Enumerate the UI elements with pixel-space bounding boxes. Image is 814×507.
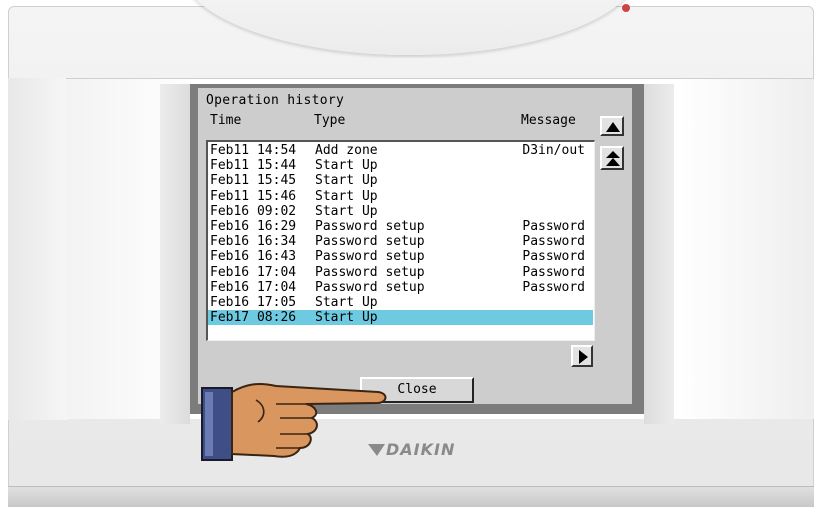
device-bezel-left	[8, 78, 68, 420]
history-time: Feb16 17:04	[210, 264, 297, 280]
history-time: Feb17 08:26	[210, 310, 297, 326]
history-type: Password setup	[315, 234, 425, 250]
history-type: Password setup	[315, 264, 425, 280]
history-type: Start Up	[315, 203, 378, 219]
page-up-button[interactable]	[600, 146, 624, 170]
list-item[interactable]: Feb16 09:02 Start Up	[208, 204, 593, 219]
list-item[interactable]: Feb16 17:05 Start Up	[208, 295, 593, 310]
device-indicator-light	[622, 4, 630, 12]
daikin-logo-mark	[368, 444, 385, 456]
list-item[interactable]: Feb17 08:26 Start Up	[208, 310, 593, 326]
history-time: Feb16 16:34	[210, 234, 297, 250]
history-message: Password	[522, 234, 585, 250]
column-header-type: Type	[314, 113, 346, 128]
history-type: Password setup	[315, 279, 425, 295]
list-item[interactable]: Feb16 16:29 Password setup Password	[208, 219, 593, 234]
triangle-right-icon	[579, 350, 588, 364]
history-message: D3in/out	[522, 143, 585, 158]
history-time: Feb16 17:04	[210, 279, 297, 295]
list-item[interactable]: Feb11 14:54 Add zone D3in/out	[208, 143, 593, 158]
device-bottom-edge	[8, 486, 814, 507]
history-time: Feb16 16:43	[210, 249, 297, 265]
operation-history-list[interactable]: Feb11 14:54 Add zone D3in/out Feb11 15:44 St…	[206, 140, 595, 341]
list-item[interactable]: Feb16 17:04 Password setup Password	[208, 280, 593, 295]
history-time: Feb16 16:29	[210, 219, 297, 234]
column-header-time: Time	[210, 113, 242, 128]
history-time: Feb11 15:46	[210, 188, 297, 204]
history-message: Password	[522, 264, 585, 280]
history-message: Password	[522, 219, 585, 234]
double-triangle-up-icon	[606, 151, 620, 166]
window-title: Operation history	[206, 93, 345, 108]
history-type: Start Up	[315, 188, 378, 204]
history-time: Feb11 15:45	[210, 173, 297, 189]
triangle-up-icon	[606, 122, 620, 132]
list-item[interactable]: Feb11 15:45 Start Up	[208, 173, 593, 188]
daikin-logo-text: DAIKIN	[386, 440, 456, 459]
pointing-hand-icon	[201, 383, 387, 461]
history-time: Feb16 17:05	[210, 295, 297, 310]
history-time: Feb11 15:44	[210, 158, 297, 174]
history-type: Password setup	[315, 219, 425, 234]
history-type: Start Up	[315, 173, 378, 189]
history-time: Feb16 09:02	[210, 203, 297, 219]
history-type: Start Up	[315, 158, 378, 174]
scroll-up-button[interactable]	[600, 116, 624, 136]
list-item[interactable]: Feb11 15:44 Start Up	[208, 158, 593, 173]
history-type: Add zone	[315, 143, 378, 158]
history-message: Password	[522, 279, 585, 295]
column-header-message: Message	[521, 113, 576, 128]
history-time: Feb11 14:54	[210, 143, 297, 158]
history-message: Password	[522, 249, 585, 265]
history-type: Start Up	[315, 310, 378, 326]
scroll-right-button[interactable]	[571, 345, 593, 367]
device-top-bevel	[190, 0, 630, 58]
list-item[interactable]: Feb16 17:04 Password setup Password	[208, 265, 593, 280]
list-item[interactable]: Feb16 16:43 Password setup Password	[208, 249, 593, 264]
history-type: Password setup	[315, 249, 425, 265]
history-type: Start Up	[315, 295, 378, 310]
list-item[interactable]: Feb16 16:34 Password setup Password	[208, 234, 593, 249]
list-item[interactable]: Feb11 15:46 Start Up	[208, 189, 593, 204]
